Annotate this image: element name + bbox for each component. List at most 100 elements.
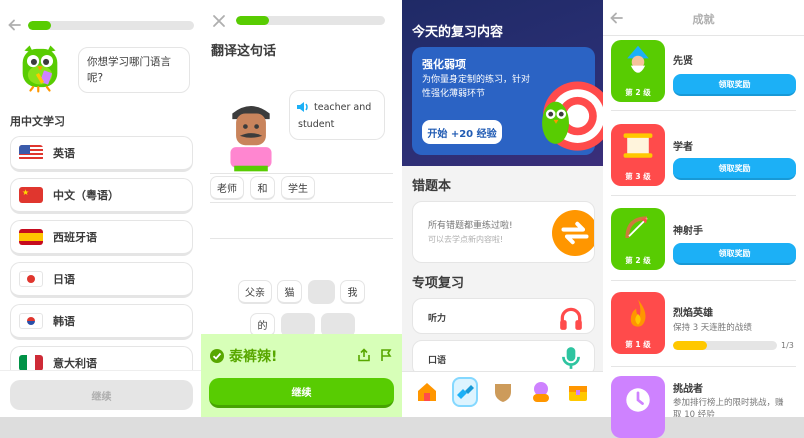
character-icon[interactable] [529, 380, 553, 404]
korea-flag-icon [19, 313, 43, 329]
speech-text: teacher and student [298, 102, 372, 130]
practice-icon[interactable] [453, 381, 477, 405]
start-review-button[interactable]: 开始 +20 经验 [422, 120, 502, 144]
word-bank-slot-empty [308, 280, 335, 304]
mistakes-title: 错题本 [412, 179, 452, 194]
exercise-title: 翻译这句话 [211, 44, 277, 59]
progress-fill [673, 341, 708, 350]
mistakes-text: 所有错题都重练过啦! [428, 221, 513, 231]
language-option-spanish[interactable]: 西班牙语 [10, 220, 193, 256]
lesson-progress-bar [236, 16, 385, 25]
language-option-korean[interactable]: 韩语 [10, 304, 193, 340]
lesson-progress-bar [28, 21, 194, 30]
word-bank-chip[interactable]: 父亲 [238, 280, 272, 304]
back-arrow-icon[interactable] [8, 18, 22, 32]
continue-button[interactable]: 继续 [209, 378, 394, 408]
divider [611, 195, 796, 196]
answer-line-bottom [210, 238, 393, 239]
answer-word-chip[interactable]: 和 [250, 176, 275, 200]
section-label: 用中文学习 [10, 115, 65, 128]
practice-listening[interactable]: 听力 [412, 298, 595, 334]
achievements-header: 成就 [603, 0, 804, 36]
check-circle-icon [210, 349, 224, 363]
claim-reward-button[interactable]: 领取奖励 [673, 74, 796, 96]
headphones-icon [560, 307, 582, 330]
achievement-badge-scholar: 第 3 级 [611, 124, 665, 186]
achievement-name: 神射手 [673, 226, 703, 237]
practice-title: 专项复习 [412, 276, 465, 291]
card-title: 强化弱项 [422, 58, 466, 71]
achievement-name: 烈焰英雄 [673, 308, 713, 319]
practice-label: 听力 [428, 314, 447, 324]
spain-flag-icon [19, 229, 43, 245]
practice-label: 口语 [428, 356, 447, 366]
bow-arrow-icon [625, 216, 648, 239]
divider [611, 366, 796, 367]
wizard-icon [627, 45, 649, 73]
language-option-japanese[interactable]: 日语 [10, 262, 193, 298]
flame-icon [630, 299, 646, 327]
target-illustration [542, 81, 603, 151]
language-option-cantonese[interactable]: ★ 中文（粤语） [10, 178, 193, 214]
italy-flag-icon [19, 355, 43, 371]
shield-icon[interactable] [491, 380, 515, 404]
achievement-badge-sharpshooter: 第 2 级 [611, 208, 665, 270]
china-flag-icon: ★ [19, 187, 43, 203]
achievement-name: 挑战者 [673, 384, 703, 395]
achievement-level: 第 2 级 [625, 256, 651, 265]
achievement-progress-text: 1/3 [781, 341, 794, 350]
word-bank-chip[interactable]: 猫 [277, 280, 302, 304]
achievement-desc: 保持 3 天连胜的战绩 [673, 323, 752, 333]
achievement-name: 学者 [673, 142, 693, 153]
mistakes-card[interactable]: 所有错题都重练过啦! 可以去学点新内容啦! [412, 201, 595, 263]
achievement-badge-sage: 第 2 级 [611, 40, 665, 102]
achievement-desc: 参加排行榜上的限时挑战，赚取 10 经验 [673, 398, 784, 417]
continue-button-disabled[interactable]: 继续 [10, 380, 193, 410]
claim-reward-button[interactable]: 领取奖励 [673, 158, 796, 180]
refresh-icon [552, 210, 594, 256]
progress-fill [28, 21, 52, 30]
speech-bubble: teacher and student [289, 90, 385, 140]
mistakes-subtext: 可以去学点新内容啦! [428, 235, 504, 244]
claim-reward-button[interactable]: 领取奖励 [673, 243, 796, 265]
japan-flag-icon [19, 271, 43, 287]
chest-icon[interactable] [566, 380, 590, 404]
teacher-character [230, 106, 272, 172]
duo-owl-mascot [22, 45, 58, 93]
word-bank-chip[interactable]: 我 [340, 280, 365, 304]
progress-fill [236, 16, 269, 25]
language-label: 日语 [53, 273, 75, 286]
flag-report-icon[interactable] [379, 348, 393, 362]
language-option-english[interactable]: 英语 [10, 136, 193, 172]
language-label: 意大利语 [53, 357, 97, 370]
answer-line-top [210, 173, 393, 174]
answer-line-mid [210, 202, 393, 203]
microphone-icon [562, 347, 580, 369]
card-description: 为你量身定制的练习，针对性强化薄弱环节 [422, 75, 531, 99]
achievement-progress-bar [673, 341, 777, 350]
divider [611, 280, 796, 281]
language-label: 英语 [53, 147, 75, 160]
language-select-screen: 你想学习哪门语言呢? 用中文学习 英语 ★ 中文（粤语） 西班牙语 日语 韩语 … [0, 0, 201, 417]
language-label: 中文（粤语） [53, 189, 119, 202]
achievement-badge-wildfire: 第 1 级 [611, 292, 665, 354]
language-label: 韩语 [53, 315, 75, 328]
hero-title: 今天的复习内容 [412, 25, 504, 40]
app-screens: 你想学习哪门语言呢? 用中文学习 英语 ★ 中文（粤语） 西班牙语 日语 韩语 … [0, 0, 804, 438]
achievement-level: 第 3 级 [625, 172, 651, 181]
divider [611, 110, 796, 111]
home-icon[interactable] [415, 380, 439, 404]
clock-icon [626, 388, 650, 412]
achievement-name: 先贤 [673, 56, 693, 67]
question-text: 你想学习哪门语言呢? [87, 56, 171, 84]
us-flag-icon [19, 145, 43, 161]
share-icon[interactable] [357, 348, 371, 362]
close-icon[interactable] [212, 14, 226, 28]
achievement-level: 第 2 级 [625, 88, 651, 97]
answer-word-chip[interactable]: 老师 [210, 176, 244, 200]
scroll-icon [623, 133, 653, 158]
achievement-badge-challenger [611, 376, 665, 438]
question-bubble: 你想学习哪门语言呢? [78, 47, 190, 93]
language-label: 西班牙语 [53, 231, 97, 244]
answer-word-chip[interactable]: 学生 [281, 176, 315, 200]
